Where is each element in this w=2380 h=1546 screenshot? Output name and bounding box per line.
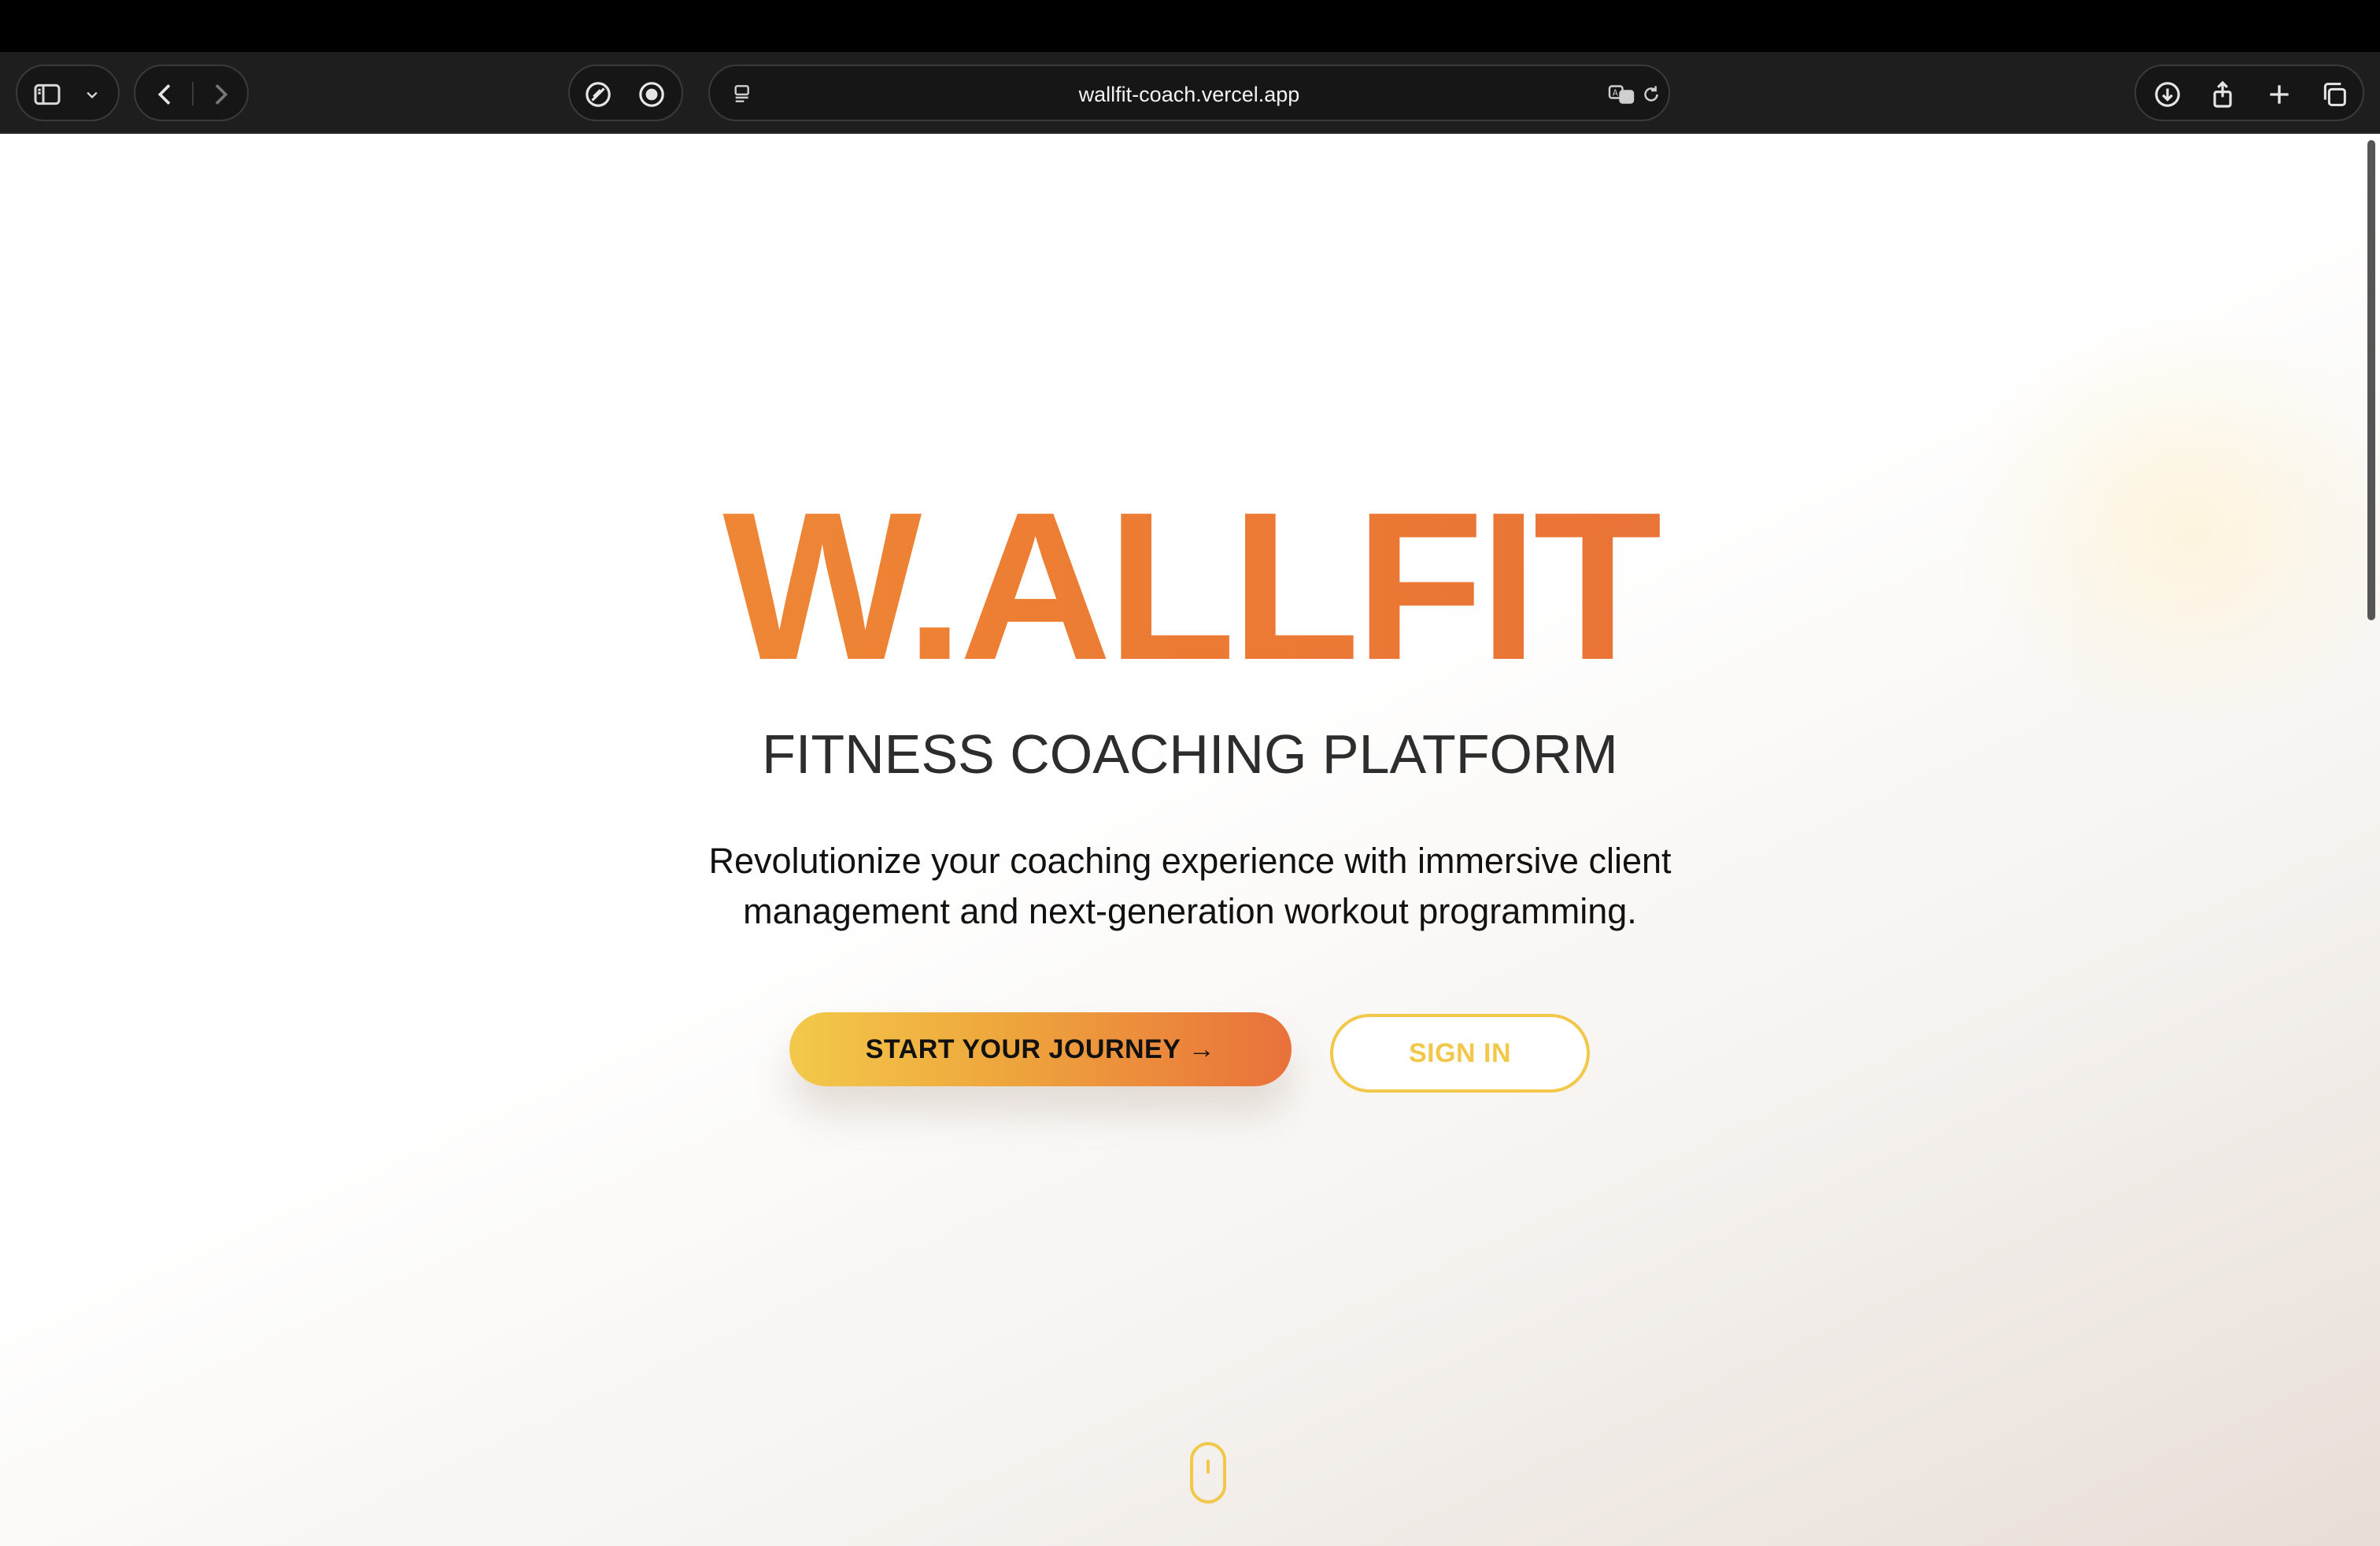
start-journey-button[interactable]: START YOUR JOURNEY → [789,1012,1292,1086]
hero-description: Revolutionize your coaching experience w… [708,841,1672,931]
tabs-icon[interactable] [2312,72,2356,117]
plus-icon[interactable] [2257,72,2301,117]
reload-icon[interactable] [1629,72,1673,117]
nav-divider [192,82,194,105]
scroll-down-mouse-icon[interactable] [1190,1442,1226,1503]
page-scrollbar[interactable] [2358,134,2380,1546]
brand-logo-text: W.ALLFIT [0,480,2380,691]
window-actions-group [2134,65,2364,121]
url-text[interactable]: wallfit-coach.vercel.app [710,66,1669,123]
target-icon[interactable] [630,72,674,117]
browser-toolbar: wallfit-coach.vercel.app A [0,52,2380,134]
hero-subtitle: FITNESS COACHING PLATFORM [762,723,1618,785]
chevron-right-icon[interactable] [198,72,242,117]
svg-text:A: A [1613,89,1619,98]
sidebar-toggle-group [16,65,120,121]
navigation-group [134,65,249,121]
scrollbar-thumb[interactable] [2367,140,2375,620]
page-content: W.ALLFIT FITNESS COACHING PLATFORM Revol… [0,134,2380,1546]
scroll-wheel [1207,1459,1210,1474]
address-bar[interactable]: wallfit-coach.vercel.app A [708,65,1670,121]
extensions-group [568,65,683,121]
chevron-left-icon[interactable] [143,72,187,117]
share-icon[interactable] [2201,72,2245,117]
sidebar-icon[interactable] [25,72,69,117]
chevron-down-icon[interactable] [72,72,112,117]
sign-in-button[interactable]: SIGN IN [1330,1014,1590,1093]
download-icon[interactable] [2145,72,2190,117]
menu-bar-strip [0,0,2380,52]
compass-slash-icon[interactable] [576,72,620,117]
